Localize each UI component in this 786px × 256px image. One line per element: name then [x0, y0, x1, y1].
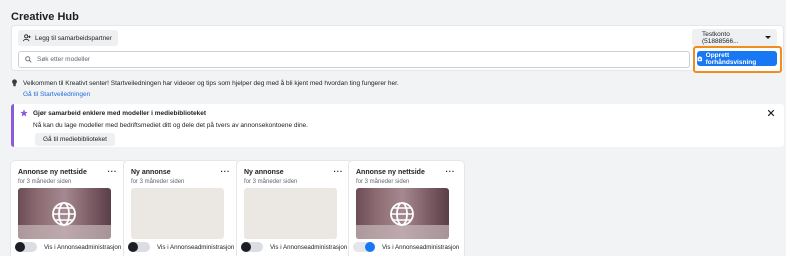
more-options-icon[interactable]: ···: [108, 168, 118, 176]
create-preview-label: Opprett forhåndsvisning: [705, 51, 757, 66]
banner-title: Gjør samarbeid enklere med modeller i me…: [33, 110, 207, 117]
getting-started-link[interactable]: Gå til Startveiledningen: [23, 91, 399, 98]
welcome-text: Velkommen til Kreativt senter! Startveil…: [23, 79, 399, 87]
ads-manager-toggle[interactable]: [353, 242, 375, 252]
ads-manager-toggle-row: Vis i Annonseadministrasjon: [241, 242, 347, 252]
ad-account-select[interactable]: Testkonto (51888566...: [692, 29, 777, 46]
more-options-icon[interactable]: ···: [334, 168, 344, 176]
globe-icon: [390, 202, 414, 226]
search-placeholder: Søk etter modeller: [37, 56, 91, 63]
card-title: Ny annonse: [131, 169, 171, 176]
ad-account-value: Testkonto (51888566...: [702, 30, 739, 45]
mockup-card[interactable]: Annonse ny nettside for 3 måneder siden …: [11, 161, 126, 256]
media-library-banner: Gjør samarbeid enklere med modeller i me…: [11, 104, 784, 147]
create-button-highlight: Opprett forhåndsvisning: [693, 46, 782, 73]
mockup-card[interactable]: Annonse ny nettside for 3 måneder siden …: [349, 161, 464, 256]
star-icon: [20, 109, 28, 117]
ads-manager-toggle-row: Vis i Annonseadministrasjon: [353, 242, 459, 252]
welcome-message: Velkommen til Kreativt senter! Startveil…: [11, 79, 399, 98]
page-title: Creative Hub: [11, 11, 79, 23]
ads-manager-toggle-row: Vis i Annonseadministrasjon: [128, 242, 234, 252]
card-thumbnail[interactable]: [244, 188, 337, 239]
banner-text: Nå kan du lage modeller med bedriftsmedi…: [33, 122, 308, 129]
create-preview-button[interactable]: Opprett forhåndsvisning: [697, 51, 777, 66]
card-title: Annonse ny nettside: [356, 169, 425, 176]
add-partner-label: Legg til samarbeidspartner: [35, 34, 112, 42]
card-title: Ny annonse: [244, 169, 284, 176]
add-partner-button[interactable]: Legg til samarbeidspartner: [18, 30, 118, 46]
search-input[interactable]: Søk etter modeller: [18, 51, 690, 68]
card-thumbnail[interactable]: [131, 188, 224, 239]
globe-icon: [52, 202, 76, 226]
mockup-card[interactable]: Ny annonse for 3 måneder siden ··· Vis i…: [237, 161, 352, 256]
card-timestamp: for 3 måneder siden: [244, 179, 298, 185]
ads-manager-toggle[interactable]: [128, 242, 150, 252]
card-timestamp: for 3 måneder siden: [131, 179, 185, 185]
close-icon[interactable]: [767, 109, 775, 117]
more-options-icon[interactable]: ···: [446, 168, 456, 176]
more-options-icon[interactable]: ···: [221, 168, 231, 176]
card-thumbnail[interactable]: [18, 188, 111, 239]
media-library-button[interactable]: Gå til mediebiblioteket: [35, 133, 115, 146]
toggle-label: Vis i Annonseadministrasjon: [44, 243, 122, 251]
search-icon: [25, 56, 32, 63]
card-thumbnail[interactable]: [356, 188, 449, 239]
ads-manager-toggle-row: Vis i Annonseadministrasjon: [15, 242, 121, 252]
preview-icon: [697, 55, 703, 61]
ads-manager-toggle[interactable]: [241, 242, 263, 252]
lightbulb-icon: [12, 79, 17, 87]
ads-manager-toggle[interactable]: [15, 242, 37, 252]
card-timestamp: for 3 måneder siden: [356, 179, 410, 185]
card-timestamp: for 3 måneder siden: [18, 179, 72, 185]
toggle-label: Vis i Annonseadministrasjon: [270, 243, 348, 251]
chevron-down-icon: [765, 36, 771, 39]
toggle-label: Vis i Annonseadministrasjon: [382, 243, 460, 251]
mockup-card[interactable]: Ny annonse for 3 måneder siden ··· Vis i…: [124, 161, 239, 256]
toolbar-panel: Legg til samarbeidspartner Testkonto (51…: [11, 25, 784, 73]
add-person-icon: [23, 34, 31, 42]
card-title: Annonse ny nettside: [18, 169, 87, 176]
toggle-label: Vis i Annonseadministrasjon: [157, 243, 235, 251]
